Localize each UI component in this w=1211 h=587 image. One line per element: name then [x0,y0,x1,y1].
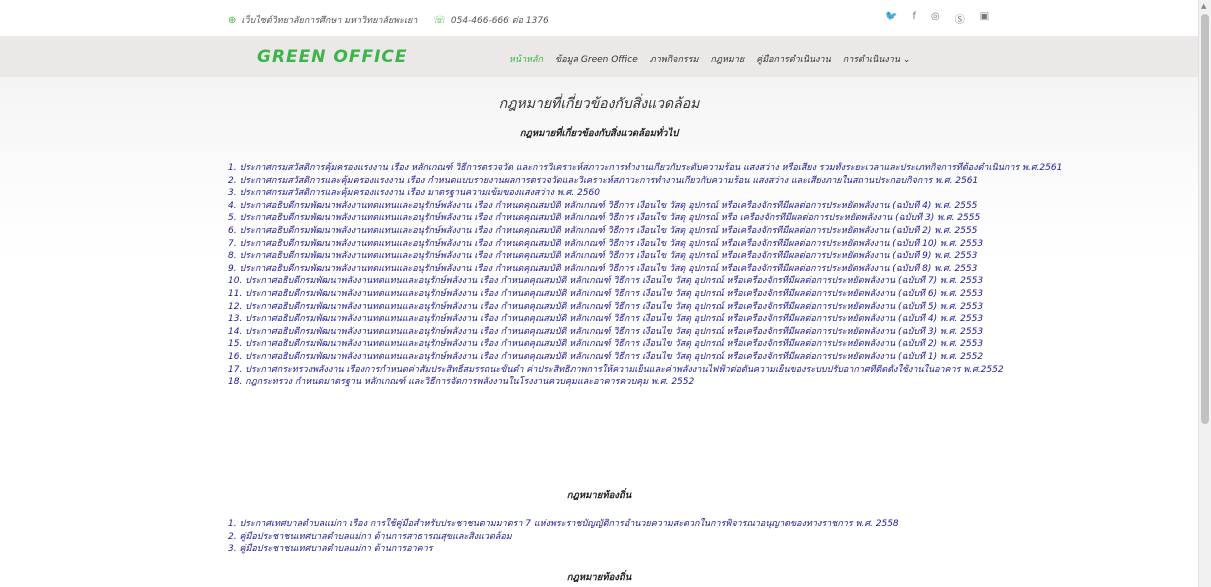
nav-menu: หน้าหลัก ข้อมูล Green Office ภาพกิจกรรม … [509,52,910,66]
contact-info: ⊕ เว็บไซต์วิทยาลัยการศึกษา มหาวิทยาลัยพะ… [228,13,549,27]
facebook-icon[interactable]: f [912,11,916,26]
law-link[interactable]: 2. คู่มือประชาชนเทศบาลตำบลแม่กา ด้านการส… [228,531,1188,544]
social-links: 🐦 f ◎ Ⓢ ▣ [885,11,989,26]
nav-item-home[interactable]: หน้าหลัก [509,52,543,66]
law-link[interactable]: 7. ประกาศอธิบดีกรมพัฒนาพลังงานทดแทนและอน… [228,238,1188,251]
twitter-icon[interactable]: 🐦 [885,11,897,26]
law-link[interactable]: 9. ประกาศอธิบดีกรมพัฒนาพลังงานทดแทนและอน… [228,263,1188,276]
page-title: กฎหมายที่เกี่ยวข้องกับสิ่งแวดล้อม [498,96,700,112]
main-navbar: GREEN OFFICE หน้าหลัก ข้อมูล Green Offic… [0,36,1198,77]
law-link[interactable]: 16. ประกาศอธิบดีกรมพัฒนาพลังงานทดแทนและอ… [228,351,1188,364]
law-link[interactable]: 11. ประกาศอธิบดีกรมพัฒนาพลังงานทดแทนและอ… [228,288,1188,301]
law-link[interactable]: 14. ประกาศอธิบดีกรมพัฒนาพลังงานทดแทนและอ… [228,326,1188,339]
page-background: ⊕ เว็บไซต์วิทยาลัยการศึกษา มหาวิทยาลัยพะ… [0,0,1198,587]
top-info-bar: ⊕ เว็บไซต์วิทยาลัยการศึกษา มหาวิทยาลัยพะ… [0,0,1198,36]
law-link[interactable]: 3. ประกาศกรมสวัสดิการและคุ้มครองแรงงาน เ… [228,187,1188,200]
linkedin-icon[interactable]: ▣ [980,11,989,26]
section-title-general: กฎหมายที่เกี่ยวข้องกับสิ่งแวดล้อมทั่วไป [519,128,679,139]
law-link[interactable]: 17. ประกาศกระทรวงพลังงาน เรื่องการกำหนดค… [228,364,1188,377]
nav-item-laws[interactable]: กฎหมาย [711,52,745,66]
section-title-local-2: กฎหมายท้องถิ่น [566,572,632,583]
nav-item-activity-photos[interactable]: ภาพกิจกรรม [650,52,699,66]
law-link[interactable]: 2. ประกาศกรมสวัสดิการและคุ้มครองแรงงาน เ… [228,175,1188,188]
law-link[interactable]: 5. ประกาศอธิบดีกรมพัฒนาพลังงานทดแทนและอน… [228,212,1188,225]
globe-icon: ⊕ [228,14,237,26]
scrollbar-thumb[interactable] [1201,14,1209,424]
law-link[interactable]: 8. ประกาศอธิบดีกรมพัฒนาพลังงานทดแทนและอน… [228,250,1188,263]
law-link[interactable]: 12. ประกาศอธิบดีกรมพัฒนาพลังงานทดแทนและอ… [228,301,1188,314]
instagram-icon[interactable]: ◎ [931,11,940,26]
skype-icon[interactable]: Ⓢ [955,11,965,26]
vertical-scrollbar[interactable]: ▲ [1198,0,1211,587]
law-link[interactable]: 3. คู่มือประชาชนเทศบาลตำบลแม่กา ด้านการอ… [228,543,1188,556]
phone-text: 054-466-666 ต่อ 1376 [450,16,549,26]
law-link[interactable]: 18. กฎกระทรวง กำหนดมาตรฐาน หลักเกณฑ์ และ… [228,376,1188,389]
phone-icon: ☏ [433,14,446,26]
law-link[interactable]: 4. ประกาศอธิบดีกรมพัฒนาพลังงานทดแทนและอน… [228,200,1188,213]
nav-item-green-office-info[interactable]: ข้อมูล Green Office [555,52,638,66]
site-text: เว็บไซต์วิทยาลัยการศึกษา มหาวิทยาลัยพะเย… [241,16,418,26]
law-link[interactable]: 10. ประกาศอธิบดีกรมพัฒนาพลังงานทดแทนและอ… [228,275,1188,288]
law-link[interactable]: 1. ประกาศเทศบาลตำบลแม่กา เรื่อง การใช้คู… [228,518,1188,531]
law-link[interactable]: 1. ประกาศกรมสวัสดิการคุ้มครองแรงงาน เรื่… [228,162,1188,175]
section-title-local: กฎหมายท้องถิ่น [566,490,632,501]
general-law-list: 1. ประกาศกรมสวัสดิการคุ้มครองแรงงาน เรื่… [228,162,1188,389]
site-logo[interactable]: GREEN OFFICE [257,47,408,67]
law-link[interactable]: 13. ประกาศอธิบดีกรมพัฒนาพลังงานทดแทนและอ… [228,313,1188,326]
local-law-list: 1. ประกาศเทศบาลตำบลแม่กา เรื่อง การใช้คู… [228,518,1188,556]
nav-item-operations[interactable]: การดำเนินงาน ⌄ [843,52,911,66]
law-link[interactable]: 6. ประกาศอธิบดีกรมพัฒนาพลังงานทดแทนและอน… [228,225,1188,238]
nav-item-manual[interactable]: คู่มือการดำเนินงาน [756,52,831,66]
law-link[interactable]: 15. ประกาศอธิบดีกรมพัฒนาพลังงานทดแทนและอ… [228,338,1188,351]
scroll-up-arrow-icon[interactable]: ▲ [1201,2,1206,10]
